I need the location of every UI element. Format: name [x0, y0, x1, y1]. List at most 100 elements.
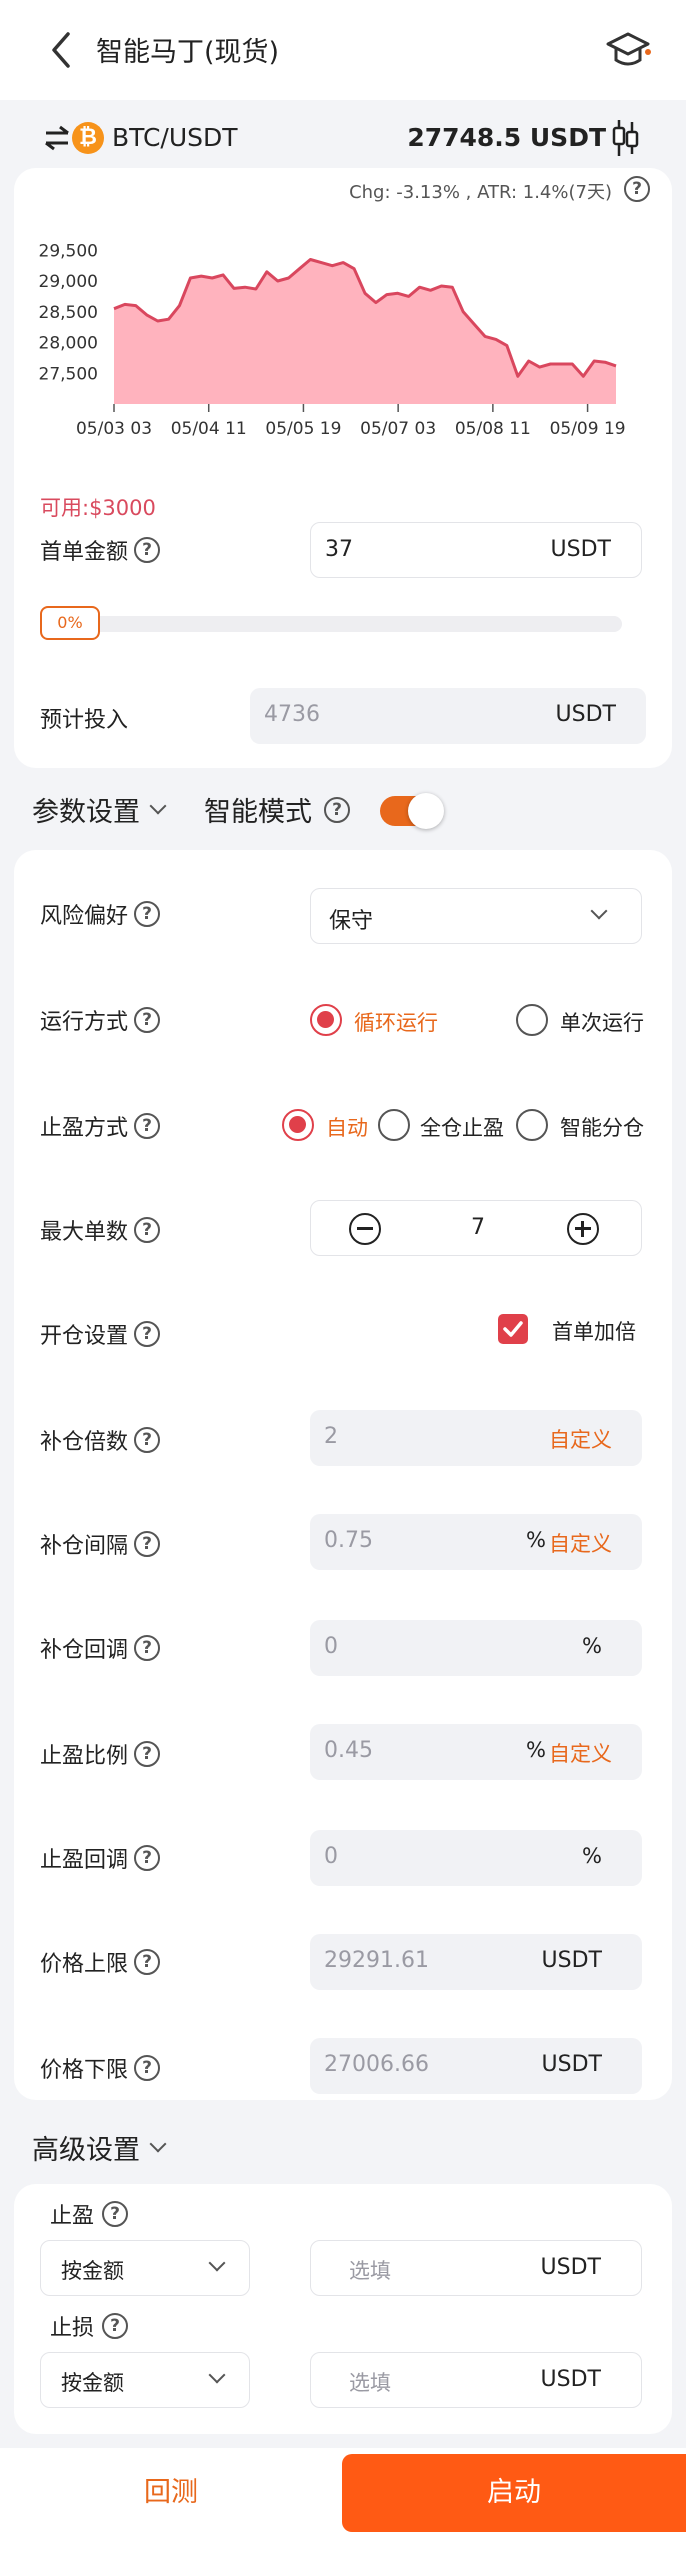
- help-icon[interactable]: ?: [102, 2313, 129, 2339]
- bitcoin-icon: ₿: [72, 122, 104, 154]
- backtest-button[interactable]: 回测: [0, 2454, 342, 2532]
- params-card: [14, 850, 672, 2100]
- help-icon[interactable]: ?: [134, 1635, 161, 1661]
- help-icon[interactable]: ?: [624, 176, 650, 202]
- tp-ratio-field[interactable]: 0.45 % 自定义: [310, 1724, 642, 1780]
- sl-amount-input[interactable]: 选填 USDT: [310, 2352, 642, 2408]
- add-pullback-field[interactable]: 0 %: [310, 1620, 642, 1676]
- advanced-section-toggle[interactable]: 高级设置: [32, 2128, 167, 2167]
- double-first-label[interactable]: 首单加倍: [552, 1316, 636, 1346]
- chevron-down-icon: [590, 902, 608, 920]
- amount-slider[interactable]: 0%: [40, 604, 622, 644]
- help-icon[interactable]: ?: [134, 1007, 161, 1033]
- help-icon[interactable]: ?: [134, 2055, 161, 2081]
- help-icon[interactable]: ?: [134, 537, 161, 563]
- tp-amount-input[interactable]: 选填 USDT: [310, 2240, 642, 2296]
- tp-mode-select[interactable]: 按金额: [40, 2240, 250, 2296]
- smart-mode-toggle[interactable]: [380, 793, 444, 829]
- add-mult-text: 补仓倍数: [40, 1430, 129, 1455]
- help-icon[interactable]: ?: [134, 901, 161, 927]
- percent-unit: %: [582, 1844, 602, 1868]
- help-icon[interactable]: ?: [134, 1845, 161, 1871]
- lower-field[interactable]: 27006.66 USDT: [310, 2038, 642, 2094]
- x-tick-label: 05/04 11: [171, 419, 247, 439]
- open-text: 开仓设置: [40, 1324, 129, 1349]
- double-first-checkbox[interactable]: [498, 1314, 528, 1344]
- tp-full-radio[interactable]: [378, 1109, 410, 1141]
- help-icon[interactable]: ?: [134, 1217, 161, 1243]
- sl-mode-select[interactable]: 按金额: [40, 2352, 250, 2408]
- run-once-radio[interactable]: [516, 1004, 548, 1036]
- params-section-toggle[interactable]: 参数设置: [32, 790, 167, 829]
- upper-field[interactable]: 29291.61 USDT: [310, 1934, 642, 1990]
- sl-amount-placeholder: 选填: [349, 2371, 391, 2395]
- slider-handle[interactable]: 0%: [40, 606, 100, 640]
- risk-text: 风险偏好: [40, 904, 129, 929]
- help-icon[interactable]: ?: [134, 1531, 161, 1557]
- back-arrow-icon[interactable]: [44, 30, 80, 70]
- help-icon[interactable]: ?: [324, 796, 350, 823]
- tp-auto-label[interactable]: 自动: [326, 1112, 368, 1142]
- tp-pullback-text: 止盈回调: [40, 1848, 129, 1873]
- sl-amount-unit: USDT: [540, 2367, 601, 2392]
- checkmark-icon: [503, 1321, 523, 1337]
- x-tick-label: 05/08 11: [455, 419, 531, 439]
- help-icon[interactable]: ?: [134, 1741, 161, 1767]
- first-amount-unit: USDT: [550, 537, 611, 562]
- custom-link[interactable]: 自定义: [549, 1424, 612, 1454]
- upper-value: 29291.61: [324, 1948, 429, 1973]
- minus-icon[interactable]: [349, 1213, 381, 1245]
- help-icon[interactable]: ?: [134, 1949, 161, 1975]
- tp-smart-radio[interactable]: [516, 1109, 548, 1141]
- invest-card: Chg: -3.13% , ATR: 1.4%(7天) ? 29,500 29,0…: [14, 168, 672, 768]
- plus-icon[interactable]: [567, 1213, 599, 1245]
- max-orders-text: 最大单数: [40, 1220, 129, 1245]
- first-amount-input[interactable]: 37 USDT: [310, 522, 642, 578]
- estimate-value: 4736: [264, 702, 320, 727]
- first-amount-label: 首单金额 ?: [40, 534, 161, 566]
- y-tick-label: 27,500: [39, 364, 98, 384]
- tp-label: 止盈 ?: [50, 2198, 129, 2230]
- add-mult-field[interactable]: 2 自定义: [310, 1410, 642, 1466]
- candlestick-chart-icon[interactable]: [610, 118, 640, 158]
- advanced-section-label: 高级设置: [32, 2135, 140, 2166]
- help-icon[interactable]: ?: [134, 1427, 161, 1453]
- lower-value: 27006.66: [324, 2052, 429, 2077]
- header-bar: 智能马丁(现货): [0, 0, 686, 100]
- run-once-label[interactable]: 单次运行: [560, 1007, 644, 1037]
- percent-unit: %: [526, 1528, 546, 1552]
- first-amount-value: 37: [325, 537, 353, 562]
- add-gap-field[interactable]: 0.75 % 自定义: [310, 1514, 642, 1570]
- trading-pair[interactable]: BTC/USDT: [112, 123, 238, 152]
- tp-pullback-field[interactable]: 0 %: [310, 1830, 642, 1886]
- tp-smart-label[interactable]: 智能分仓: [560, 1112, 644, 1142]
- y-tick-label: 28,500: [39, 303, 98, 323]
- add-pullback-text: 补仓回调: [40, 1638, 129, 1663]
- tp-auto-radio[interactable]: [282, 1109, 314, 1141]
- max-orders-stepper[interactable]: 7: [310, 1200, 642, 1256]
- swap-arrows-icon[interactable]: [42, 124, 72, 152]
- help-icon[interactable]: ?: [134, 1113, 161, 1139]
- risk-select[interactable]: 保守: [310, 888, 642, 944]
- start-button[interactable]: 启动: [342, 2454, 686, 2532]
- estimate-unit: USDT: [555, 702, 616, 727]
- run-loop-label[interactable]: 循环运行: [354, 1007, 438, 1037]
- help-icon[interactable]: ?: [102, 2201, 129, 2227]
- first-amount-text: 首单金额: [40, 540, 129, 565]
- current-price: 27748.5 USDT: [407, 123, 606, 152]
- help-icon[interactable]: ?: [134, 1321, 161, 1347]
- tp-amount-placeholder: 选填: [349, 2259, 391, 2283]
- run-loop-radio[interactable]: [310, 1004, 342, 1036]
- custom-link[interactable]: 自定义: [549, 1528, 612, 1558]
- params-section-label: 参数设置: [32, 797, 140, 828]
- chevron-down-icon: [208, 2254, 226, 2272]
- tp-pullback-value: 0: [324, 1844, 338, 1869]
- add-pullback-label: 补仓回调 ?: [40, 1632, 161, 1664]
- graduation-cap-icon[interactable]: [604, 26, 652, 74]
- tp-mode-value: 按金额: [61, 2259, 124, 2283]
- tp-full-label[interactable]: 全仓止盈: [420, 1112, 504, 1142]
- percent-unit: %: [526, 1738, 546, 1762]
- tp-ratio-value: 0.45: [324, 1738, 373, 1763]
- smart-mode-label: 智能模式 ?: [204, 790, 350, 829]
- custom-link[interactable]: 自定义: [549, 1738, 612, 1768]
